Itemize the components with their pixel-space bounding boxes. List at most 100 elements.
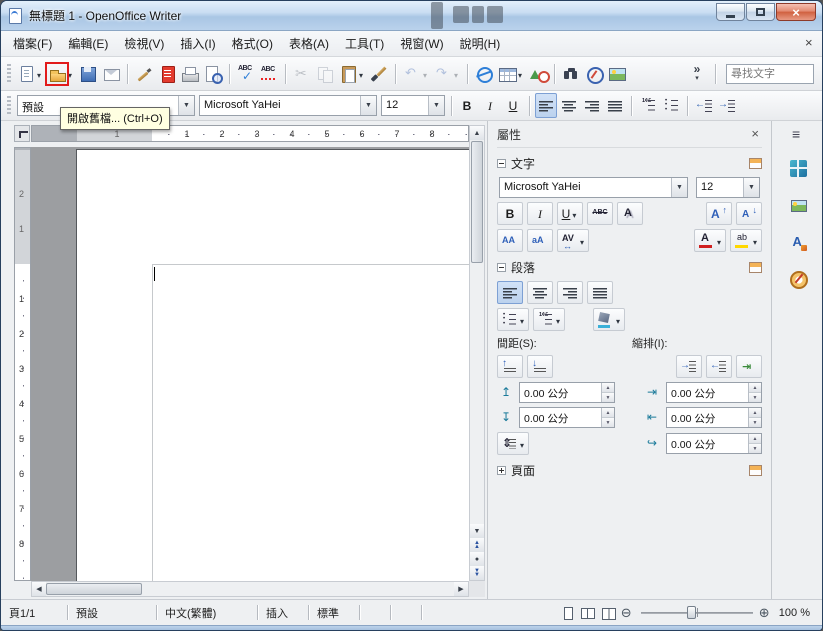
draw-functions-button[interactable] (527, 61, 549, 86)
increase-spacing-button[interactable] (497, 355, 523, 378)
before-text-indent-input[interactable]: 0.00 公分 (666, 382, 762, 403)
sidebar-font-name-dropdown-icon[interactable] (671, 178, 687, 197)
sidebar-close-icon[interactable] (746, 127, 762, 142)
redo-dropdown-arrow[interactable] (452, 65, 460, 83)
spin-up-icon[interactable] (749, 434, 761, 443)
vertical-scrollbar[interactable] (469, 125, 485, 581)
menu-item-file[interactable]: 檔案(F) (5, 31, 60, 56)
menu-item-tools[interactable]: 工具(T) (337, 31, 392, 56)
minimize-button[interactable] (716, 3, 745, 21)
text-section-header[interactable]: 文字 (497, 155, 762, 172)
sidebar-tab-properties[interactable] (783, 154, 813, 182)
insert-table-button[interactable] (496, 61, 526, 86)
close-button[interactable]: × (776, 3, 816, 21)
font-name-combo[interactable]: Microsoft YaHei (199, 95, 377, 116)
strikethrough-button[interactable] (587, 202, 613, 225)
paste-dropdown-arrow[interactable] (357, 65, 365, 83)
status-page-number[interactable]: 頁1/1 (3, 605, 65, 621)
underline-dropdown-arrow[interactable] (570, 207, 578, 221)
book-view-icon[interactable] (601, 606, 615, 620)
numbering-button[interactable] (637, 93, 659, 118)
lowercase-button[interactable] (527, 229, 553, 252)
menu-item-window[interactable]: 視窗(W) (392, 31, 451, 56)
navigation-button[interactable] (470, 552, 484, 566)
status-language[interactable]: 中文(繁體) (159, 605, 255, 621)
status-selection-mode[interactable]: 標準 (311, 605, 357, 621)
decrease-indent-button[interactable] (693, 93, 715, 118)
zoom-out-icon[interactable] (621, 606, 635, 620)
text-section-options-icon[interactable] (749, 158, 762, 169)
sidebar-tab-styles-and-formatting[interactable] (783, 228, 813, 256)
maximize-button[interactable] (746, 3, 775, 21)
uppercase-button[interactable] (497, 229, 523, 252)
decrease-spacing-button[interactable] (527, 355, 553, 378)
first-line-indent-input[interactable]: 0.00 公分 (666, 433, 762, 454)
font-size-combo[interactable]: 12 (381, 95, 445, 116)
align-center-button[interactable] (558, 93, 580, 118)
paragraph-style-dropdown-icon[interactable] (178, 96, 194, 115)
menu-item-table[interactable]: 表格(A) (281, 31, 337, 56)
spin-up-icon[interactable] (602, 408, 614, 417)
page-section-header[interactable]: 頁面 (497, 462, 762, 479)
spin-down-icon[interactable] (749, 443, 761, 453)
zoom-level[interactable]: 100 % (779, 607, 810, 619)
underline-button[interactable]: U (502, 93, 524, 118)
line-spacing-dropdown-arrow[interactable] (518, 437, 526, 451)
collapse-icon[interactable] (497, 159, 506, 168)
next-page-button[interactable] (470, 566, 484, 580)
after-text-indent-input[interactable]: 0.00 公分 (666, 407, 762, 428)
bullets-button[interactable] (660, 93, 682, 118)
gallery-button[interactable] (606, 61, 628, 86)
page-preview-button[interactable] (202, 61, 224, 86)
edit-file-button[interactable] (133, 61, 155, 86)
expand-icon[interactable] (497, 466, 506, 475)
spellcheck-button[interactable] (235, 61, 257, 86)
find-replace-button[interactable] (560, 61, 582, 86)
decrease-indent-button[interactable] (706, 355, 732, 378)
toolbar-overflow-button[interactable] (689, 65, 705, 83)
align-left-button[interactable] (535, 93, 557, 118)
toolbar-grip[interactable] (7, 64, 11, 84)
switch-indent-button[interactable] (736, 355, 762, 378)
auto-spellcheck-button[interactable] (258, 61, 280, 86)
paragraph-background-dropdown-arrow[interactable] (614, 313, 622, 327)
titlebar[interactable]: 無標題 1 - OpenOffice Writer × (1, 1, 822, 31)
cut-button[interactable] (291, 61, 313, 86)
menu-item-edit[interactable]: 編輯(E) (60, 31, 116, 56)
redo-button[interactable] (432, 61, 462, 86)
above-paragraph-spacing-input[interactable]: 0.00 公分 (519, 382, 615, 403)
undo-button[interactable] (401, 61, 431, 86)
increase-indent-button[interactable] (716, 93, 738, 118)
numbering-dropdown-arrow[interactable] (554, 313, 562, 327)
scroll-right-icon[interactable] (454, 582, 468, 596)
paste-button[interactable] (337, 61, 367, 86)
character-spacing-dropdown-arrow[interactable] (578, 234, 586, 248)
sidebar-tab-gallery[interactable] (783, 191, 813, 219)
zoom-slider[interactable] (641, 605, 753, 620)
hyperlink-button[interactable] (473, 61, 495, 86)
open-button[interactable] (46, 61, 76, 86)
sidebar-bullets-button[interactable] (497, 308, 529, 331)
toolbar-grip[interactable] (7, 96, 11, 116)
spin-up-icon[interactable] (749, 383, 761, 392)
menu-item-format[interactable]: 格式(O) (224, 31, 281, 56)
export-pdf-button[interactable] (156, 61, 178, 86)
sidebar-tab-navigator[interactable] (783, 265, 813, 293)
shrink-font-button[interactable] (736, 202, 762, 225)
increase-indent-button[interactable] (676, 355, 702, 378)
spin-down-icon[interactable] (749, 417, 761, 427)
horizontal-scrollbar[interactable] (31, 581, 469, 597)
scroll-down-icon[interactable] (470, 524, 484, 538)
status-page-style[interactable]: 預設 (70, 605, 154, 621)
vertical-ruler[interactable]: 1234567812 (14, 147, 31, 581)
font-name-dropdown-icon[interactable] (360, 96, 376, 115)
highlight-color-dropdown-arrow[interactable] (751, 234, 759, 248)
page-section-options-icon[interactable] (749, 465, 762, 476)
navigator-button[interactable] (583, 61, 605, 86)
font-color-dropdown-arrow[interactable] (715, 234, 723, 248)
paragraph-section-header[interactable]: 段落 (497, 259, 762, 276)
spin-down-icon[interactable] (602, 392, 614, 402)
align-right-button[interactable] (581, 93, 603, 118)
sidebar-numbering-button[interactable] (533, 308, 565, 331)
multi-page-view-icon[interactable] (581, 606, 595, 620)
